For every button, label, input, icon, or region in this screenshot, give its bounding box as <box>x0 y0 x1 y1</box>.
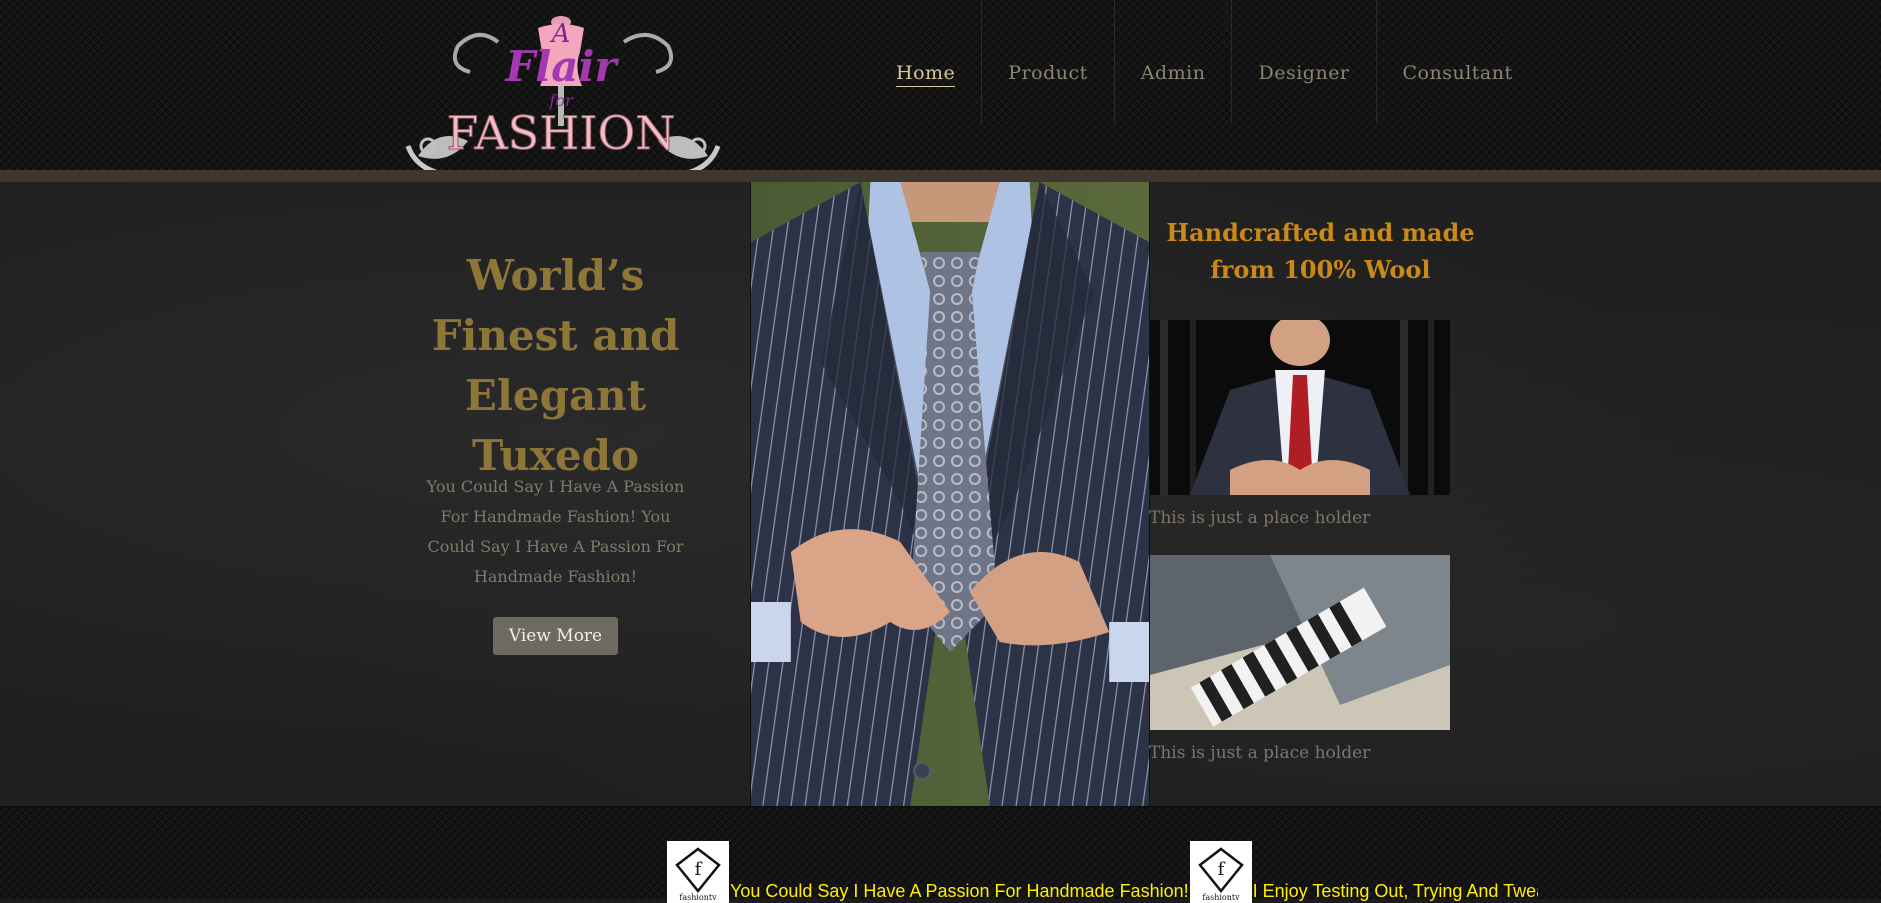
site-footer: f fashiontv You Could Say I Have A Passi… <box>0 806 1881 903</box>
flair-for-fashion-logo-image: A Flair for FASHION <box>405 16 721 182</box>
wool-heading: Handcrafted and made from 100% Wool <box>1166 218 1475 284</box>
hero-description: You Could Say I Have A Passion For Handm… <box>426 477 685 586</box>
suit-red-tie-thumbnail[interactable] <box>1150 320 1450 495</box>
fashiontv-diamond-icon: f fashiontv <box>1189 841 1252 903</box>
ticker-track: f fashiontv You Could Say I Have A Passi… <box>667 833 1538 903</box>
nav-label: Designer <box>1258 62 1350 84</box>
logo-word-fashion: FASHION <box>447 106 676 160</box>
nav-item-home[interactable]: Home <box>870 0 983 124</box>
fashiontv-logo-icon: f fashiontv <box>1189 841 1252 903</box>
main-nav: Home Product Admin Designer Consultant <box>870 0 1539 124</box>
right-feature-column: Handcrafted and made from 100% Wool This… <box>1149 182 1489 806</box>
logo-word-flair: Flair <box>504 42 619 91</box>
striped-tie-thumbnail[interactable] <box>1150 555 1450 730</box>
svg-text:fashiontv: fashiontv <box>679 893 717 902</box>
nav-item-consultant[interactable]: Consultant <box>1377 0 1539 124</box>
hero-text-column: World’s Finest and Elegant Tuxedo You Co… <box>393 182 750 806</box>
thumbnail-caption: This is just a place holder <box>1149 743 1371 763</box>
nav-item-admin[interactable]: Admin <box>1115 0 1233 124</box>
nav-label: Consultant <box>1402 62 1513 84</box>
nav-item-designer[interactable]: Designer <box>1232 0 1377 124</box>
suit-feature-image <box>750 182 1150 806</box>
news-ticker: f fashiontv You Could Say I Have A Passi… <box>667 833 1538 903</box>
svg-text:fashiontv: fashiontv <box>1202 893 1240 902</box>
site-header: A Flair for FASHION Home Product Admin D… <box>0 0 1881 182</box>
ticker-message: You Could Say I Have A Passion For Handm… <box>730 881 1189 901</box>
fashiontv-diamond-icon: f fashiontv <box>667 841 729 903</box>
pinstripe-suit-photo <box>751 182 1149 806</box>
nav-label: Admin <box>1140 62 1206 84</box>
nav-label: Home <box>896 62 956 87</box>
nav-label: Product <box>1008 62 1088 84</box>
main-content: World’s Finest and Elegant Tuxedo You Co… <box>0 182 1881 806</box>
thumbnail-caption: This is just a place holder <box>1149 508 1371 528</box>
striped-tie-photo <box>1150 555 1450 730</box>
site-logo[interactable]: A Flair for FASHION <box>398 6 728 182</box>
header-divider-band <box>0 170 1881 182</box>
hero-title: World’s Finest and Elegant Tuxedo <box>431 251 680 480</box>
ticker-message: I Enjoy Testing Out, Trying And Tweak <box>1252 881 1538 901</box>
view-more-button[interactable]: View More <box>493 617 618 655</box>
nav-item-product[interactable]: Product <box>982 0 1115 124</box>
man-in-suit-photo <box>1150 320 1450 495</box>
fashiontv-logo-icon: f fashiontv <box>667 841 729 903</box>
